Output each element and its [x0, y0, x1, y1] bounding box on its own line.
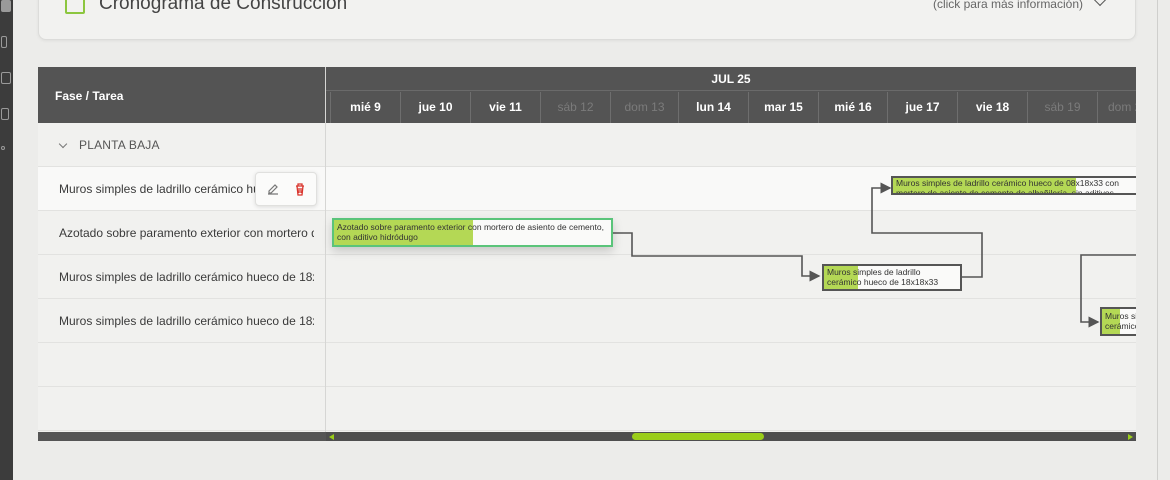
schedule-panel-header[interactable]: Cronograma de Construcción (click para m…: [38, 0, 1136, 40]
bar-text: Muros simples de ladrillo cerámico hueco…: [896, 178, 1120, 195]
task-column-header: Fase / Tarea: [38, 67, 325, 123]
scroll-thumb[interactable]: [632, 433, 764, 440]
day-header: mar 15: [748, 92, 818, 123]
scroll-track[interactable]: [326, 432, 1136, 441]
day-header: lun 14: [678, 92, 748, 123]
day-header: dom 20: [1097, 92, 1136, 123]
chevron-down-icon[interactable]: [1092, 0, 1108, 7]
panel-hint: (click para más información): [932, 0, 1083, 11]
scroll-right-icon[interactable]: [1128, 434, 1133, 440]
panel-title: Cronograma de Construcción: [99, 0, 348, 14]
bar-text: Azotado sobre paramento exterior con mor…: [337, 222, 604, 242]
sidebar-icon[interactable]: [1, 36, 7, 48]
dependency-links: [612, 182, 1136, 328]
trash-icon[interactable]: [292, 181, 308, 197]
task-bar[interactable]: Azotado sobre paramento exterior con mor…: [332, 218, 613, 247]
task-bar[interactable]: Muros simples de ladrillo cerámico hueco…: [1100, 307, 1136, 336]
group-label: PLANTA BAJA: [79, 138, 160, 152]
sidebar-icon[interactable]: [1, 72, 11, 84]
day-header: mié 16: [818, 92, 887, 123]
task-bar[interactable]: Muros simples de ladrillo cerámico hueco…: [891, 176, 1136, 195]
task-label: Azotado sobre paramento exterior con mor…: [59, 226, 314, 240]
day-header: dom 13: [610, 92, 678, 123]
day-header: jue 10: [400, 92, 470, 123]
timeline-header: JUL 25 mié 9 jue 10 vie 11 sáb 12 dom 13…: [326, 67, 1136, 123]
task-column-title: Fase / Tarea: [55, 89, 124, 103]
gantt-chart: Fase / Tarea JUL 25 mié 9 jue 10 vie 11 …: [38, 67, 1136, 441]
bar-text: Muros simples de ladrillo cerámico hueco…: [827, 267, 939, 289]
sidebar-icon[interactable]: [1, 108, 9, 120]
day-header: mié 9: [330, 92, 400, 123]
task-bar[interactable]: Muros simples de ladrillo cerámico hueco…: [822, 264, 962, 291]
dependency-link: [612, 232, 821, 282]
day-header: sáb 19: [1027, 92, 1097, 123]
day-header: vie 11: [470, 92, 540, 123]
day-header: vie 18: [957, 92, 1027, 123]
scroll-left-icon[interactable]: [329, 434, 334, 440]
right-scrollbar[interactable]: [1157, 0, 1170, 480]
chevron-down-icon[interactable]: [58, 139, 68, 149]
month-label: JUL 25: [326, 67, 1136, 91]
task-label: Muros simples de ladrillo cerámico hueco…: [59, 314, 314, 328]
bar-text: Muros simples de ladrillo cerámico hueco…: [1105, 311, 1136, 336]
edit-icon[interactable]: [265, 181, 281, 197]
app-sidebar: [0, 0, 13, 480]
day-header: jue 17: [887, 92, 957, 123]
row-actions: [255, 172, 317, 206]
horizontal-scrollbar[interactable]: [38, 432, 1136, 441]
sidebar-icon[interactable]: [1, 146, 5, 150]
task-label: Muros simples de ladrillo cerámico hueco…: [59, 270, 314, 284]
sidebar-icon[interactable]: [1, 0, 11, 12]
day-header: sáb 12: [540, 92, 610, 123]
calendar-square-icon: [65, 0, 85, 14]
